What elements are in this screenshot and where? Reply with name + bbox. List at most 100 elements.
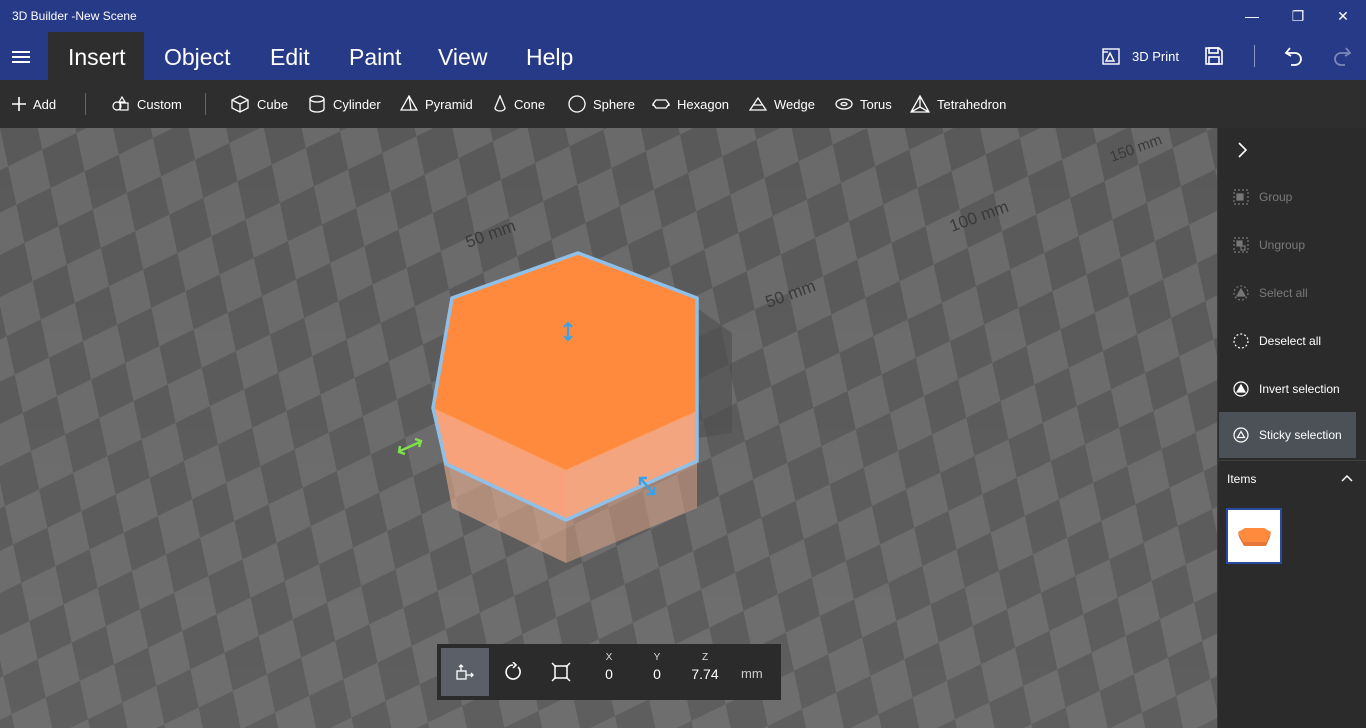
3d-print-button[interactable]: 3D Print [1100,44,1179,68]
tab-edit[interactable]: Edit [250,32,330,80]
select-all-icon [1233,285,1249,301]
ungroup-label: Ungroup [1259,238,1306,252]
deselect-all-label: Deselect all [1259,334,1322,348]
wedge-label: Wedge [774,96,815,112]
3d-print-icon [1102,48,1120,65]
sphere-button[interactable]: Sphere [568,80,635,128]
hexagon-button[interactable]: Hexagon [652,80,729,128]
x-value: 0 [605,666,613,682]
cube-icon [231,95,249,113]
tab-paint[interactable]: Paint [329,32,421,80]
select-all-label: Select all [1259,286,1308,300]
sphere-label: Sphere [593,96,635,112]
chevron-up-icon[interactable] [1341,473,1353,483]
pyramid-icon [400,95,418,111]
sphere-icon [568,95,586,113]
hamburger-icon[interactable] [12,48,32,64]
cone-button[interactable]: Cone [493,80,545,128]
add-label: Add [33,96,57,112]
z-label: Z [701,652,709,663]
group-label: Group [1259,190,1293,204]
z-value: 7.74 [691,666,719,682]
hexagon-thumbnail-icon [1238,528,1271,546]
cube-button[interactable]: Cube [230,80,288,128]
window-title: 3D Builder -New Scene [12,9,137,23]
insert-toolbar: Add Custom Cube Cylinder Pyramid Cone Sp… [0,80,1366,128]
save-icon[interactable] [1202,44,1226,68]
tetrahedron-label: Tetrahedron [937,96,1007,112]
ungroup-icon [1233,237,1249,253]
redo-icon[interactable] [1330,44,1354,68]
invert-selection-button[interactable]: Invert selection [1219,366,1356,412]
scale-tool-button[interactable] [537,648,585,696]
deselect-all-button[interactable]: Deselect all [1219,318,1356,364]
cylinder-button[interactable]: Cylinder [308,80,381,128]
sticky-selection-button[interactable]: Sticky selection [1219,412,1356,458]
ungroup-button[interactable]: Ungroup [1219,222,1356,268]
minimize-icon: — [1245,8,1259,24]
sticky-selection-label: Sticky selection [1259,428,1342,442]
tab-object[interactable]: Object [144,32,250,80]
minimize-button[interactable]: — [1229,0,1275,32]
menu-separator [1254,45,1255,67]
tab-view[interactable]: View [418,32,507,80]
invert-selection-label: Invert selection [1259,382,1340,396]
invert-selection-icon [1233,381,1249,397]
tetrahedron-button[interactable]: Tetrahedron [910,80,1006,128]
restore-icon: ❐ [1291,7,1305,24]
close-icon: ✕ [1337,7,1349,24]
move-tool-button[interactable] [441,648,489,696]
chevron-right-icon[interactable] [1232,140,1252,160]
3d-viewport[interactable]: 50 mm 50 mm 100 mm 150 mm [0,128,1217,728]
toolbar-separator [85,93,86,115]
hexagon-object[interactable] [431,251,699,563]
items-header[interactable]: Items [1218,460,1366,497]
move-icon [456,664,474,680]
custom-button[interactable]: Custom [112,80,182,128]
y-label: Y [653,652,661,663]
scene-canvas[interactable]: 50 mm 50 mm 100 mm 150 mm [0,128,1217,728]
cylinder-label: Cylinder [333,96,381,112]
menu-bar: Insert Object Edit Paint View Help 3D Pr… [0,32,1366,80]
tab-help[interactable]: Help [506,32,593,80]
group-button[interactable]: Group [1219,174,1356,220]
hexagon-label: Hexagon [677,96,730,112]
wedge-button[interactable]: Wedge [749,80,815,128]
3d-print-label: 3D Print [1132,48,1179,64]
close-button[interactable]: ✕ [1320,0,1366,32]
plus-icon [12,97,26,111]
tetrahedron-icon [910,95,930,113]
z-coordinate-field[interactable]: Z 7.74 [681,648,729,696]
unit-label: mm [741,666,763,681]
sticky-selection-icon [1233,427,1249,443]
cylinder-icon [309,95,325,113]
y-coordinate-field[interactable]: Y 0 [633,648,681,696]
rotate-tool-button[interactable] [489,648,537,696]
torus-button[interactable]: Torus [835,80,892,128]
add-button[interactable]: Add [12,80,56,128]
toolbar-separator [205,93,206,115]
pyramid-label: Pyramid [425,96,473,112]
cone-label: Cone [514,96,546,112]
transform-bar: X 0 Y 0 Z 7.74 mm [437,644,781,700]
select-all-button[interactable]: Select all [1219,270,1356,316]
group-icon [1233,189,1249,205]
pyramid-button[interactable]: Pyramid [400,80,473,128]
rotate-icon [505,662,521,680]
cone-icon [494,95,506,112]
restore-button[interactable]: ❐ [1275,0,1321,32]
title-bar: 3D Builder -New Scene — ❐ ✕ [0,0,1366,32]
hexagon-icon [652,99,670,109]
deselect-all-icon [1233,333,1249,349]
undo-icon[interactable] [1282,44,1306,68]
x-coordinate-field[interactable]: X 0 [585,648,633,696]
y-value: 0 [653,666,661,682]
selection-panel: Group Ungroup Select all Deselect all In… [1217,128,1366,728]
scale-icon [551,662,571,682]
custom-label: Custom [137,96,182,112]
x-label: X [605,652,613,663]
custom-shapes-icon [112,96,129,111]
tab-insert[interactable]: Insert [48,32,144,80]
item-thumbnail[interactable] [1226,508,1282,564]
torus-label: Torus [860,96,892,112]
